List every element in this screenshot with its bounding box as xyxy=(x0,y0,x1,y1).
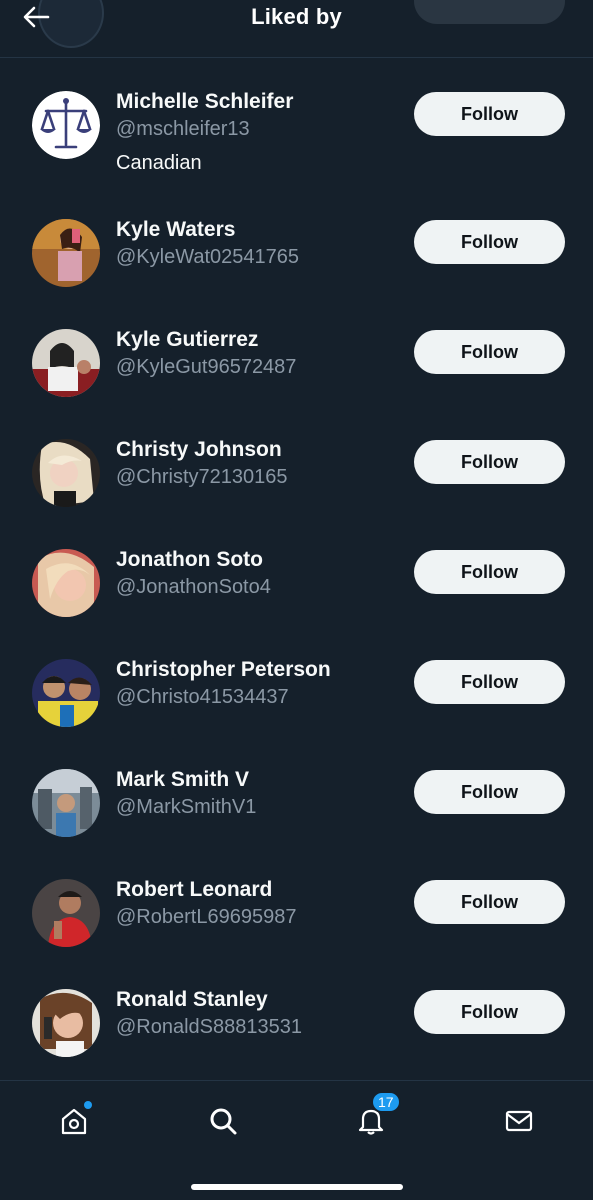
avatar[interactable] xyxy=(32,549,100,617)
list-item[interactable]: Kyle Gutierrez @KyleGut96572487 Follow xyxy=(0,326,593,436)
new-content-dot xyxy=(84,1101,92,1109)
bottom-tab-bar: 17 xyxy=(0,1080,593,1200)
list-item[interactable]: Kyle Waters @KyleWat02541765 Follow xyxy=(0,216,593,326)
list-item[interactable]: Christopher Peterson @Christo41534437 Fo… xyxy=(0,656,593,766)
mail-icon xyxy=(505,1110,533,1132)
list-item[interactable]: Michelle Schleifer @mschleifer13 Canadia… xyxy=(0,88,593,198)
tab-home[interactable] xyxy=(54,1101,94,1141)
avatar[interactable] xyxy=(32,439,100,507)
avatar[interactable] xyxy=(32,879,100,947)
user-handle: @RonaldS88813531 xyxy=(116,1016,303,1038)
avatar[interactable] xyxy=(32,91,100,159)
user-name: Mark Smith V xyxy=(116,768,250,791)
follow-button[interactable]: Follow xyxy=(414,880,565,924)
user-handle: @RobertL69695987 xyxy=(116,906,297,928)
avatar[interactable] xyxy=(32,219,100,287)
search-icon xyxy=(210,1108,237,1135)
user-name: Kyle Waters xyxy=(116,218,236,241)
user-handle: @MarkSmithV1 xyxy=(116,796,257,818)
follow-button[interactable]: Follow xyxy=(414,92,565,136)
user-handle: @Christo41534437 xyxy=(116,686,289,708)
tab-notifications[interactable]: 17 xyxy=(351,1091,401,1141)
list-item[interactable]: Mark Smith V @MarkSmithV1 Follow xyxy=(0,766,593,876)
follow-button[interactable]: Follow xyxy=(414,550,565,594)
user-handle: @mschleifer13 xyxy=(116,118,250,140)
follow-button[interactable]: Follow xyxy=(414,660,565,704)
user-name: Christy Johnson xyxy=(116,438,282,461)
home-icon xyxy=(61,1108,87,1135)
avatar[interactable] xyxy=(32,769,100,837)
follow-button[interactable]: Follow xyxy=(414,330,565,374)
follow-button[interactable]: Follow xyxy=(414,770,565,814)
list-item[interactable]: Christy Johnson @Christy72130165 Follow xyxy=(0,436,593,546)
user-bio: Canadian xyxy=(116,152,202,174)
user-handle: @KyleWat02541765 xyxy=(116,246,300,268)
tab-messages[interactable] xyxy=(499,1101,539,1141)
user-handle: @KyleGut96572487 xyxy=(116,356,297,378)
list-item[interactable]: Robert Leonard @RobertL69695987 Follow xyxy=(0,876,593,986)
list-item[interactable]: Jonathon Soto @JonathonSoto4 Follow xyxy=(0,546,593,656)
notification-count-badge: 17 xyxy=(371,1091,401,1113)
tab-search[interactable] xyxy=(203,1101,243,1141)
user-handle: @JonathonSoto4 xyxy=(116,576,271,598)
avatar[interactable] xyxy=(32,989,100,1057)
follow-button[interactable]: Follow xyxy=(414,990,565,1034)
follow-button[interactable]: Follow xyxy=(414,220,565,264)
page-title: Liked by xyxy=(251,4,342,29)
avatar[interactable] xyxy=(32,659,100,727)
user-name: Kyle Gutierrez xyxy=(116,328,259,351)
user-name: Michelle Schleifer xyxy=(116,90,294,113)
top-bar: Liked by xyxy=(0,0,593,58)
home-indicator[interactable] xyxy=(191,1184,403,1190)
user-name: Jonathon Soto xyxy=(116,548,263,571)
user-name: Robert Leonard xyxy=(116,878,273,901)
user-handle: @Christy72130165 xyxy=(116,466,288,488)
avatar[interactable] xyxy=(32,329,100,397)
user-name: Ronald Stanley xyxy=(116,988,268,1011)
follow-button[interactable]: Follow xyxy=(414,440,565,484)
user-name: Christopher Peterson xyxy=(116,658,331,681)
